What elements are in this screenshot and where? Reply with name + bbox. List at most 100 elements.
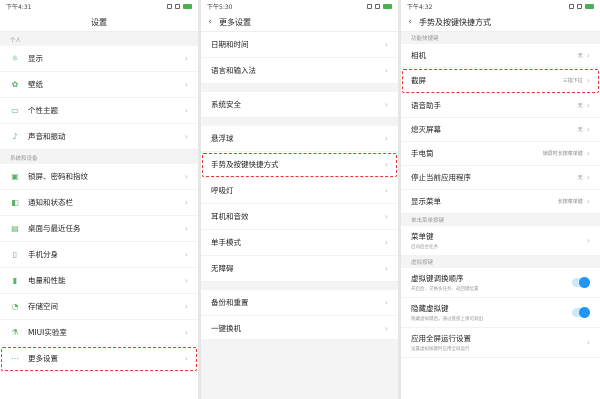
fullscreen-app-label: 应用全屏运行设置 [411,334,471,343]
item-breathing-light[interactable]: 呼吸灯 › [201,178,398,204]
shortcut-camera[interactable]: 相机无 › [401,44,600,68]
storage-icon: ◔ [11,301,19,311]
status-time: 下午4:32 [407,4,433,11]
status-bar: 下午4:32 [401,0,600,13]
menu-key-setting[interactable]: 菜单键 启动后台任务 › [401,226,600,256]
settings-item-lock[interactable]: ▣ 锁屏、密码和指纹 › [0,164,198,190]
hide-virtual-keys: 隐藏虚拟键 隐藏虚拟键后，通过底部上滑可调出 [401,298,600,328]
status-bar: 下午5:30 [201,0,398,13]
settings-screen: 下午4:31 设置 个人 ☼ 显示 › ✿ 壁纸 › ▭ 个性主题 › ♪ 声音和振动 › 系统… [0,0,198,399]
item-accessibility[interactable]: 无障碍 › [201,256,398,282]
settings-item-clone[interactable]: ▯ 手机分身 › [0,242,198,268]
clone-icon: ▯ [12,249,18,259]
item-headphones[interactable]: 耳机和音效 › [201,204,398,230]
fullscreen-app-sub: 设置虚拟按键时应用全屏运行 [411,347,470,352]
chevron-right-icon: › [184,276,188,285]
menu-key-sub: 启动后台任务 [411,245,438,250]
chevron-right-icon: › [586,338,590,347]
section-header-menu-key: 单击菜单按键 [401,214,600,226]
status-time: 下午4:31 [6,4,32,11]
sound-icon: ♪ [12,131,18,141]
settings-item-battery[interactable]: ▮ 电量和性能 › [0,268,198,294]
chevron-right-icon: › [184,250,188,259]
sun-icon: ☼ [11,53,19,63]
bottom-blank [201,339,398,399]
settings-item-more[interactable]: ⋯ 更多设置 › [0,346,198,372]
chevron-right-icon: › [586,125,590,134]
settings-item-wallpaper[interactable]: ✿ 壁纸 › [0,72,198,98]
chevron-right-icon: › [384,212,388,221]
hide-virtual-keys-toggle[interactable] [572,307,590,318]
chevron-right-icon: › [184,224,188,233]
shortcut-list: 相机无 › 截屏 三指下拉 › 语音助手无 › 熄灭屏幕无 › 手电筒 锁屏时长按菜单键 › … [401,44,600,214]
item-gesture-shortcuts[interactable]: 手势及按键快捷方式 › [201,152,398,178]
chevron-right-icon: › [184,328,188,337]
page-title: 设置 [91,17,107,27]
gesture-shortcuts-screen: 下午4:32 ‹ 手势及按键快捷方式 功能快捷键 相机无 › 截屏 三指下拉 › 语音… [401,0,600,399]
settings-item-storage[interactable]: ◔ 存储空间 › [0,294,198,320]
chevron-right-icon: › [184,198,188,207]
signal-icon [577,4,582,9]
theme-icon: ▭ [11,105,19,115]
virtual-key-swap-label: 虚拟键调换顺序 [411,274,464,283]
item-language[interactable]: 语言和输入法 › [201,58,398,84]
virtual-key-swap-toggle[interactable] [572,277,590,288]
desktop-icon: ▤ [11,223,19,233]
page-title: 手势及按键快捷方式 [419,17,491,27]
chevron-right-icon: › [586,51,590,60]
system-list: ▣ 锁屏、密码和指纹 › ◧ 通知和状态栏 › ▤ 桌面与最近任务 › ▯ 手机分身 › ▮ 电量… [0,164,198,372]
chevron-right-icon: › [586,149,590,158]
chevron-right-icon: › [384,238,388,247]
settings-item-notification[interactable]: ◧ 通知和状态栏 › [0,190,198,216]
settings-item-theme[interactable]: ▭ 个性主题 › [0,98,198,124]
signal-icon [375,4,380,9]
chevron-right-icon: › [384,298,388,307]
status-bar: 下午4:31 [0,0,198,13]
page-title-bar: ‹ 更多设置 [201,13,398,32]
chevron-right-icon: › [586,173,590,182]
virtual-key-swap: 虚拟键调换顺序 开启后，交换多任务、返回键位置 [401,268,600,298]
section-header-personal: 个人 [0,32,198,46]
item-backup[interactable]: 备份和重置 › [201,290,398,316]
chevron-right-icon: › [384,40,388,49]
settings-item-lab[interactable]: ⚗ MIUI实验室 › [0,320,198,346]
chevron-right-icon: › [586,236,590,245]
shortcut-show-menu[interactable]: 显示菜单 长按菜单键 › [401,190,600,214]
chevron-right-icon: › [184,354,188,363]
battery-status-icon [383,4,392,9]
battery-icon: ▮ [12,275,18,285]
item-one-hand[interactable]: 单手模式 › [201,230,398,256]
back-arrow-icon[interactable]: ‹ [401,17,419,27]
settings-item-desktop[interactable]: ▤ 桌面与最近任务 › [0,216,198,242]
chevron-right-icon: › [586,197,590,206]
shortcut-screenshot[interactable]: 截屏 三指下拉 › [401,68,600,94]
status-icons [167,4,192,9]
status-time: 下午5:30 [207,4,233,11]
back-arrow-icon[interactable]: ‹ [201,17,219,27]
lab-icon: ⚗ [11,327,19,337]
notification-icon: ◧ [11,197,19,207]
hide-virtual-keys-sub: 隐藏虚拟键后，通过底部上滑可调出 [411,317,483,322]
item-security[interactable]: 系统安全 › [201,92,398,118]
alarm-icon [367,4,372,9]
chevron-right-icon: › [184,132,188,141]
chevron-right-icon: › [384,66,388,75]
chevron-right-icon: › [384,186,388,195]
group-spacer [201,118,398,126]
settings-item-sound[interactable]: ♪ 声音和振动 › [0,124,198,150]
status-icons [569,4,594,9]
item-date-time[interactable]: 日期和时间 › [201,32,398,58]
fullscreen-app-setting[interactable]: 应用全屏运行设置设置虚拟按键时应用全屏运行 › [401,328,600,358]
shortcut-voice-assistant[interactable]: 语音助手无 › [401,94,600,118]
shortcut-flashlight[interactable]: 手电筒 锁屏时长按菜单键 › [401,142,600,166]
section-header-virtual-keys: 虚拟按键 [401,256,600,268]
chevron-right-icon: › [184,80,188,89]
group-spacer [201,84,398,92]
settings-item-display[interactable]: ☼ 显示 › [0,46,198,72]
battery-status-icon [183,4,192,9]
wallpaper-icon: ✿ [11,79,19,89]
chevron-right-icon: › [586,101,590,110]
shortcut-stop-app[interactable]: 停止当前应用程序无 › [401,166,600,190]
item-floating-ball[interactable]: 悬浮球 › [201,126,398,152]
shortcut-screen-off[interactable]: 熄灭屏幕无 › [401,118,600,142]
